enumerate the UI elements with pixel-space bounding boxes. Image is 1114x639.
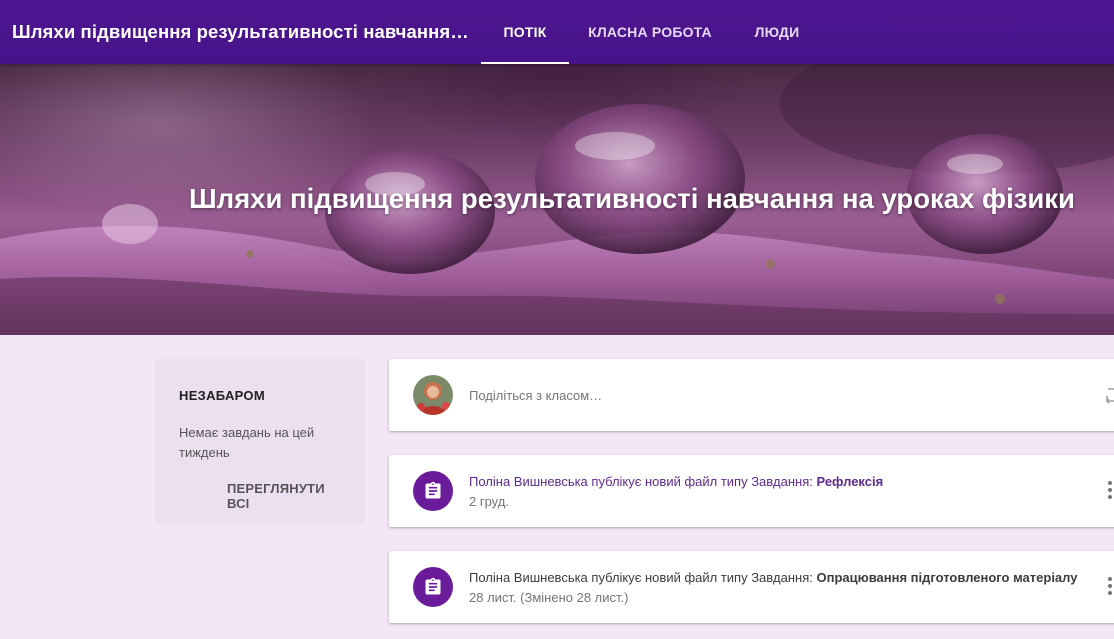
repost-icon[interactable] — [1102, 385, 1114, 405]
post-title[interactable]: Опрацювання підготовленого матеріалу — [816, 570, 1077, 585]
tab-classwork-label: КЛАСНА РОБОТА — [588, 24, 712, 40]
post-text[interactable]: Поліна Вишневська публікує новий файл ти… — [469, 474, 883, 489]
tab-people[interactable]: ЛЮДИ — [745, 0, 809, 64]
view-all-button[interactable]: ПЕРЕГЛЯНУТИ ВСІ — [227, 481, 343, 511]
tab-people-label: ЛЮДИ — [754, 24, 800, 40]
stream-post[interactable]: Поліна Вишневська публікує новий файл ти… — [389, 455, 1114, 527]
tab-classwork[interactable]: КЛАСНА РОБОТА — [582, 0, 718, 64]
stream-post[interactable]: Поліна Вишневська публікує новий файл ти… — [389, 551, 1114, 623]
upcoming-title: НЕЗАБАРОМ — [179, 388, 265, 403]
active-tab-indicator — [481, 62, 569, 64]
user-avatar — [413, 375, 453, 415]
banner-title: Шляхи підвищення результативності навчан… — [189, 183, 1075, 214]
post-date: 28 лист. (Змінено 28 лист.) — [469, 590, 629, 605]
top-app-bar: Шляхи підвищення результативності навчан… — [0, 0, 1114, 64]
more-vert-icon[interactable] — [1107, 481, 1113, 501]
more-vert-icon[interactable] — [1107, 577, 1113, 597]
post-date: 2 груд. — [469, 494, 509, 509]
post-title[interactable]: Рефлексія — [816, 474, 883, 489]
post-text[interactable]: Поліна Вишневська публікує новий файл ти… — [469, 570, 1077, 585]
post-prefix: Поліна Вишневська публікує новий файл ти… — [469, 474, 817, 489]
course-banner: Шляхи підвищення результативності навчан… — [0, 64, 1114, 335]
post-prefix: Поліна Вишневська публікує новий файл ти… — [469, 570, 817, 585]
tab-stream-label: ПОТІК — [503, 24, 547, 40]
assignment-icon — [413, 471, 453, 511]
course-title[interactable]: Шляхи підвищення результативності навчан… — [12, 21, 474, 43]
share-with-class-card[interactable]: Поділіться з класом… — [389, 359, 1114, 431]
assignment-icon — [413, 567, 453, 607]
upcoming-empty-text: Немає завдань на цей тиждень — [179, 425, 315, 460]
upcoming-card: НЕЗАБАРОМ Немає завдань на цей тиждень П… — [155, 359, 365, 523]
tab-stream[interactable]: ПОТІК — [481, 0, 569, 64]
share-input[interactable]: Поділіться з класом… — [469, 388, 602, 403]
